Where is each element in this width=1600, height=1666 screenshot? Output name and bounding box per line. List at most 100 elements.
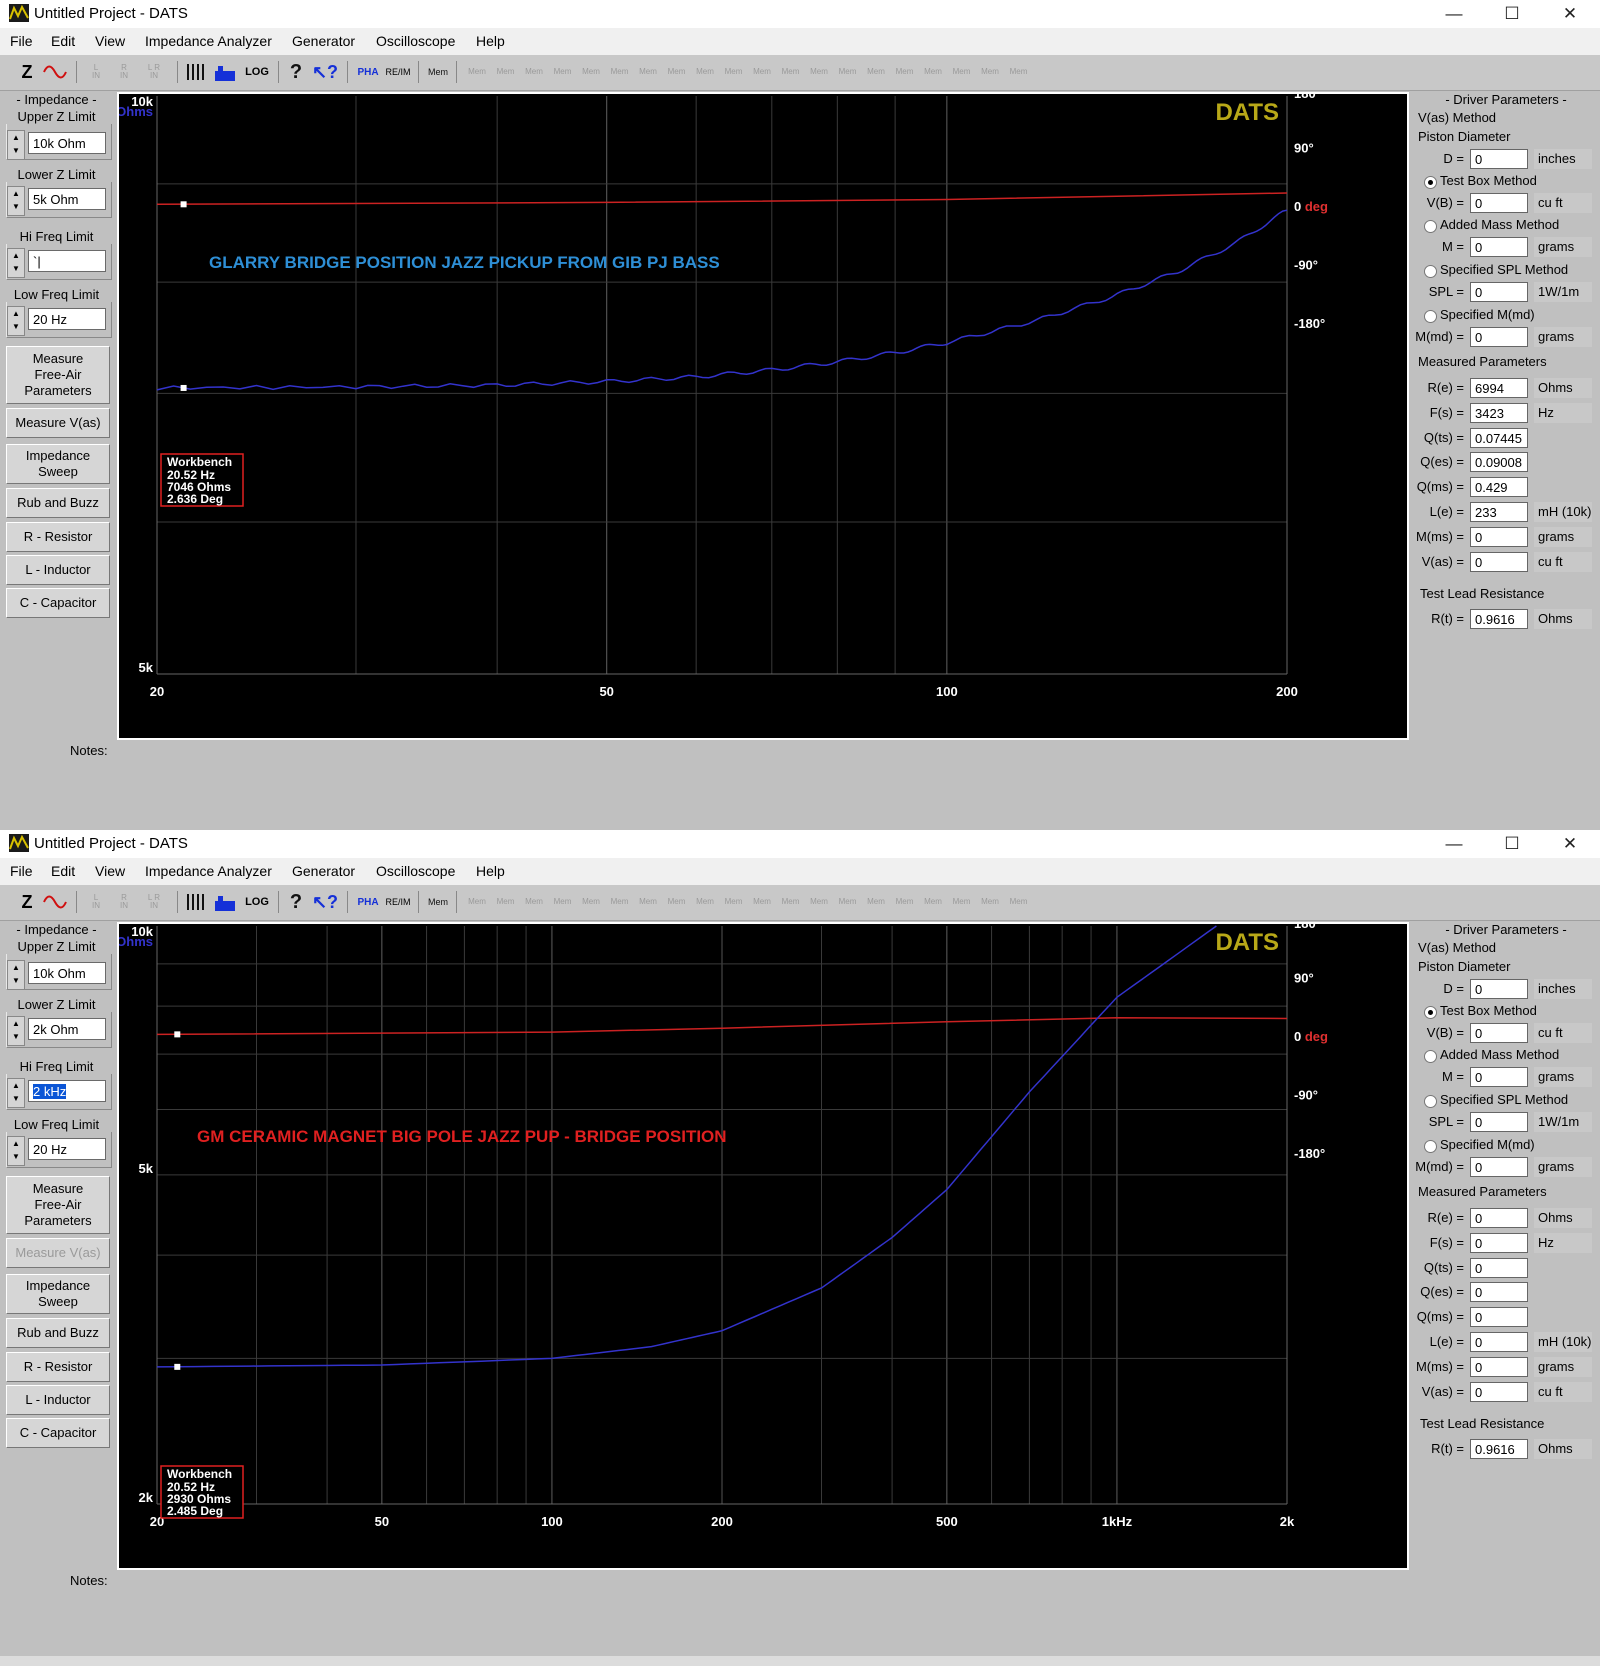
r-resistor-button[interactable]: R - Resistor	[6, 1352, 110, 1382]
histogram-icon[interactable]	[213, 890, 237, 914]
hi-freq-field[interactable]: `|	[28, 250, 106, 272]
mem-slot-2-button[interactable]: Mem	[495, 60, 517, 84]
mem-slot-16-button[interactable]: Mem	[894, 60, 916, 84]
param-value-field[interactable]: 3423	[1470, 402, 1528, 423]
mem-slot-4-button[interactable]: Mem	[552, 890, 574, 914]
mem-slot-20-button[interactable]: Mem	[1008, 890, 1030, 914]
menu-help[interactable]: Help	[476, 33, 505, 49]
rub-and-buzz-button[interactable]: Rub and Buzz	[6, 488, 110, 518]
impedance-z-button[interactable]: Z	[16, 60, 38, 84]
mem-slot-4-button[interactable]: Mem	[552, 60, 574, 84]
hi-freq-spinner[interactable]: ▲ ▼	[7, 1078, 25, 1108]
added-mass-radio[interactable]	[1424, 1050, 1437, 1063]
lr-in-button[interactable]: L R IN	[143, 890, 165, 914]
spl-field[interactable]: 0	[1470, 1112, 1528, 1132]
menu-impedance-analyzer[interactable]: Impedance Analyzer	[145, 863, 272, 879]
log-scale-button[interactable]: LOG	[244, 890, 270, 914]
menu-file[interactable]: File	[10, 33, 33, 49]
mem-slot-16-button[interactable]: Mem	[894, 890, 916, 914]
mem-write-button[interactable]: Mem	[424, 60, 452, 84]
close-icon[interactable]: ✕	[1547, 0, 1593, 28]
mem-slot-5-button[interactable]: Mem	[580, 890, 602, 914]
mem-slot-18-button[interactable]: Mem	[951, 60, 973, 84]
d-field[interactable]: 0	[1470, 149, 1528, 169]
lower-z-field[interactable]: 2k Ohm	[28, 1018, 106, 1040]
mem-slot-18-button[interactable]: Mem	[951, 890, 973, 914]
mem-slot-19-button[interactable]: Mem	[979, 890, 1001, 914]
mem-slot-8-button[interactable]: Mem	[666, 60, 688, 84]
param-value-field[interactable]: 233	[1470, 502, 1528, 522]
low-freq-spinner[interactable]: ▲ ▼	[7, 1136, 25, 1166]
mem-slot-15-button[interactable]: Mem	[865, 60, 887, 84]
upper-z-field[interactable]: 10k Ohm	[28, 962, 106, 984]
hi-freq-field[interactable]: 2 kHz	[28, 1080, 106, 1102]
title-bar[interactable]: Untitled Project - DATS — ☐ ✕	[0, 0, 1600, 28]
sine-wave-icon[interactable]	[42, 890, 68, 914]
r-in-button[interactable]: R IN	[113, 890, 135, 914]
minimize-icon[interactable]: —	[1431, 0, 1477, 28]
impedance-sweep-button[interactable]: Impedance Sweep	[6, 1274, 110, 1314]
mem-slot-13-button[interactable]: Mem	[808, 890, 830, 914]
measure-vas-button[interactable]: Measure V(as)	[6, 408, 110, 438]
mem-slot-14-button[interactable]: Mem	[837, 890, 859, 914]
r-in-button[interactable]: R IN	[113, 60, 135, 84]
mem-write-button[interactable]: Mem	[424, 890, 452, 914]
mem-slot-20-button[interactable]: Mem	[1008, 60, 1030, 84]
mem-slot-12-button[interactable]: Mem	[780, 60, 802, 84]
mem-slot-6-button[interactable]: Mem	[609, 60, 631, 84]
impedance-chart[interactable]: 20501002005001kHz2k10k5k2kOhms180°90°0 d…	[117, 922, 1409, 1570]
lower-z-spinner[interactable]: ▲ ▼	[7, 1016, 25, 1046]
param-value-field[interactable]: 0	[1470, 526, 1528, 547]
mem-slot-19-button[interactable]: Mem	[979, 60, 1001, 84]
rub-and-buzz-button[interactable]: Rub and Buzz	[6, 1318, 110, 1348]
l-inductor-button[interactable]: L - Inductor	[6, 555, 110, 585]
m-field[interactable]: 0	[1470, 1067, 1528, 1087]
c-capacitor-button[interactable]: C - Capacitor	[6, 1418, 110, 1448]
mmd-field[interactable]: 0	[1470, 1157, 1528, 1177]
param-value-field[interactable]: 0	[1470, 1282, 1528, 1303]
menu-view[interactable]: View	[95, 33, 125, 49]
close-icon[interactable]: ✕	[1547, 830, 1593, 858]
specified-mmd-radio[interactable]	[1424, 1140, 1437, 1153]
re-im-button[interactable]: RE/IM	[384, 60, 412, 84]
phase-button[interactable]: PHA	[355, 60, 381, 84]
sine-wave-icon[interactable]	[42, 60, 68, 84]
param-value-field[interactable]: 0	[1470, 1381, 1528, 1402]
specified-spl-radio[interactable]	[1424, 265, 1437, 278]
low-freq-field[interactable]: 20 Hz	[28, 308, 106, 330]
mem-slot-9-button[interactable]: Mem	[694, 890, 716, 914]
param-value-field[interactable]: 0	[1470, 1257, 1528, 1278]
menu-oscilloscope[interactable]: Oscilloscope	[376, 863, 455, 879]
param-value-field[interactable]: 0	[1470, 1232, 1528, 1253]
param-value-field[interactable]: 0	[1470, 1307, 1528, 1328]
param-value-field[interactable]: 0.429	[1470, 477, 1528, 498]
rt-field[interactable]: 0.9616	[1470, 609, 1528, 629]
mem-slot-11-button[interactable]: Mem	[751, 60, 773, 84]
impedance-sweep-button[interactable]: Impedance Sweep	[6, 444, 110, 484]
mem-slot-9-button[interactable]: Mem	[694, 60, 716, 84]
param-value-field[interactable]: 0	[1470, 551, 1528, 572]
upper-z-spinner[interactable]: ▲ ▼	[7, 130, 25, 160]
param-value-field[interactable]: 0.07445	[1470, 427, 1528, 448]
menu-generator[interactable]: Generator	[292, 863, 355, 879]
specified-spl-radio[interactable]	[1424, 1095, 1437, 1108]
mem-slot-6-button[interactable]: Mem	[609, 890, 631, 914]
vb-field[interactable]: 0	[1470, 1023, 1528, 1043]
param-value-field[interactable]: 0.09008	[1470, 452, 1528, 473]
c-capacitor-button[interactable]: C - Capacitor	[6, 588, 110, 618]
context-help-icon[interactable]: ↖?	[312, 890, 338, 914]
mem-slot-10-button[interactable]: Mem	[723, 60, 745, 84]
help-icon[interactable]: ?	[285, 60, 307, 84]
menu-generator[interactable]: Generator	[292, 33, 355, 49]
mem-slot-17-button[interactable]: Mem	[922, 890, 944, 914]
impedance-chart[interactable]: 205010020010k5kOhms180°90°0 deg-90°-180°…	[117, 92, 1409, 740]
upper-z-field[interactable]: 10k Ohm	[28, 132, 106, 154]
param-value-field[interactable]: 6994	[1470, 378, 1528, 398]
help-icon[interactable]: ?	[285, 890, 307, 914]
menu-edit[interactable]: Edit	[51, 863, 75, 879]
menu-file[interactable]: File	[10, 863, 33, 879]
measure-free-air-button[interactable]: Measure Free-Air Parameters	[6, 346, 110, 404]
menu-view[interactable]: View	[95, 863, 125, 879]
hi-freq-spinner[interactable]: ▲ ▼	[7, 248, 25, 278]
mem-slot-1-button[interactable]: Mem	[466, 60, 488, 84]
